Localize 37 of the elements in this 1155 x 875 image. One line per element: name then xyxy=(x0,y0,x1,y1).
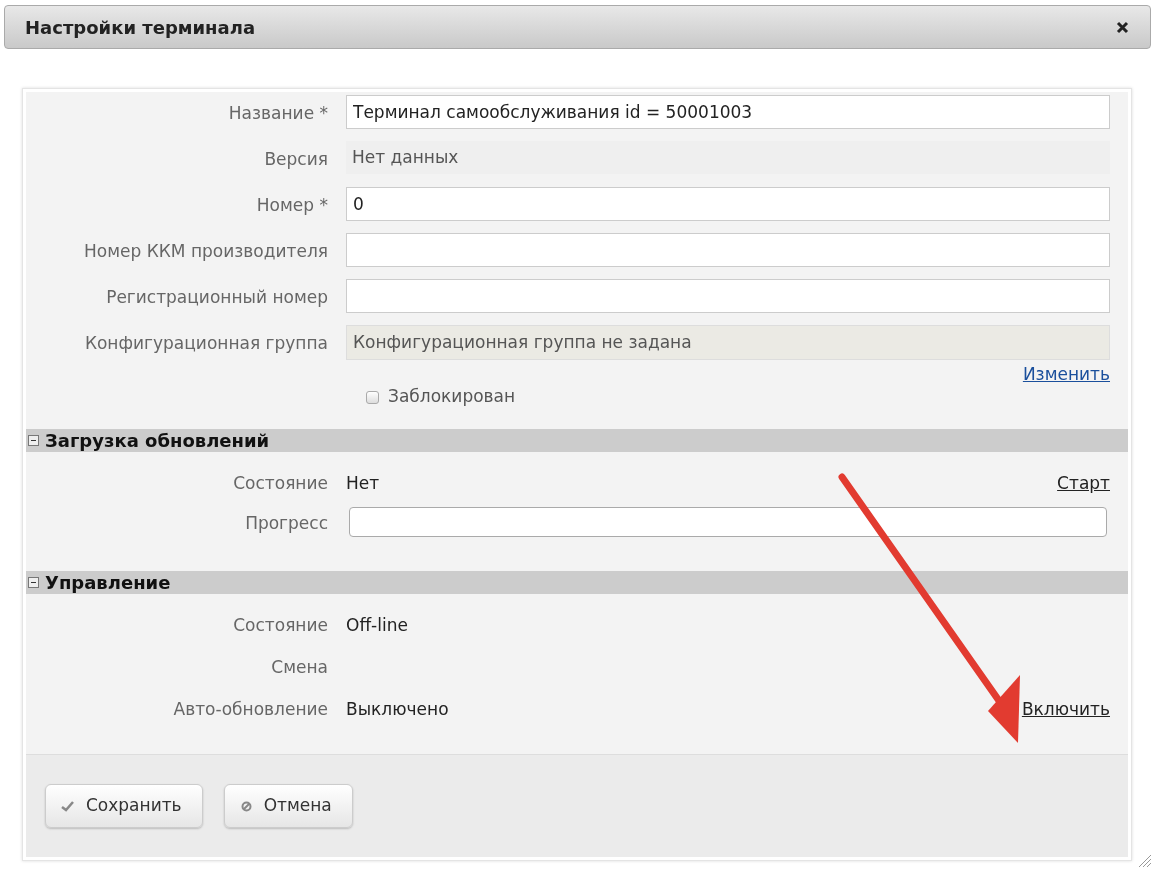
section-header[interactable]: Загрузка обновлений xyxy=(26,429,1128,452)
action-link[interactable]: Включить xyxy=(1021,697,1110,723)
text-input[interactable] xyxy=(346,233,1110,267)
field-label: Название * xyxy=(228,103,328,123)
field-label: Версия xyxy=(264,149,328,169)
section-header[interactable]: Управление xyxy=(26,571,1128,594)
status-value: Нет xyxy=(346,472,380,495)
change-link[interactable]: Изменить xyxy=(1022,362,1110,388)
cancel-icon xyxy=(240,800,252,812)
checkbox-label: Заблокирован xyxy=(388,385,516,409)
checkbox[interactable] xyxy=(366,390,379,404)
text-input[interactable]: 0 xyxy=(346,187,1110,221)
field-label: Состояние xyxy=(233,615,328,635)
cancel-button[interactable]: Отмена xyxy=(223,784,353,828)
text-input[interactable] xyxy=(346,279,1110,313)
save-button[interactable]: Сохранить xyxy=(45,784,203,828)
close-icon xyxy=(1115,20,1129,34)
value-text: Нет данных xyxy=(346,141,1110,174)
field-label: Смена xyxy=(271,657,328,677)
checkmark-icon xyxy=(61,800,74,812)
field-label: Номер * xyxy=(256,195,328,215)
field-label: Конфигурационная группа xyxy=(84,333,328,353)
window-title: Настройки терминала xyxy=(25,15,256,40)
text-input[interactable]: Терминал самообслуживания id = 50001003 xyxy=(346,95,1110,129)
readonly-field: Конфигурационная группа не задана xyxy=(346,325,1110,360)
field-label: Состояние xyxy=(233,473,328,493)
action-link[interactable]: Старт xyxy=(1057,471,1110,497)
resize-grip-icon xyxy=(1138,854,1152,868)
field-label: Авто-обновление xyxy=(173,699,328,719)
status-value: Off-line xyxy=(346,614,408,637)
field-label: Прогресс xyxy=(245,513,328,533)
status-value: Выключено xyxy=(346,698,449,721)
collapse-icon xyxy=(28,435,39,446)
collapse-icon xyxy=(28,577,39,588)
field-label: Номер ККМ производителя xyxy=(84,241,328,261)
field-label: Регистрационный номер xyxy=(106,287,328,307)
close-button[interactable] xyxy=(1114,19,1130,35)
